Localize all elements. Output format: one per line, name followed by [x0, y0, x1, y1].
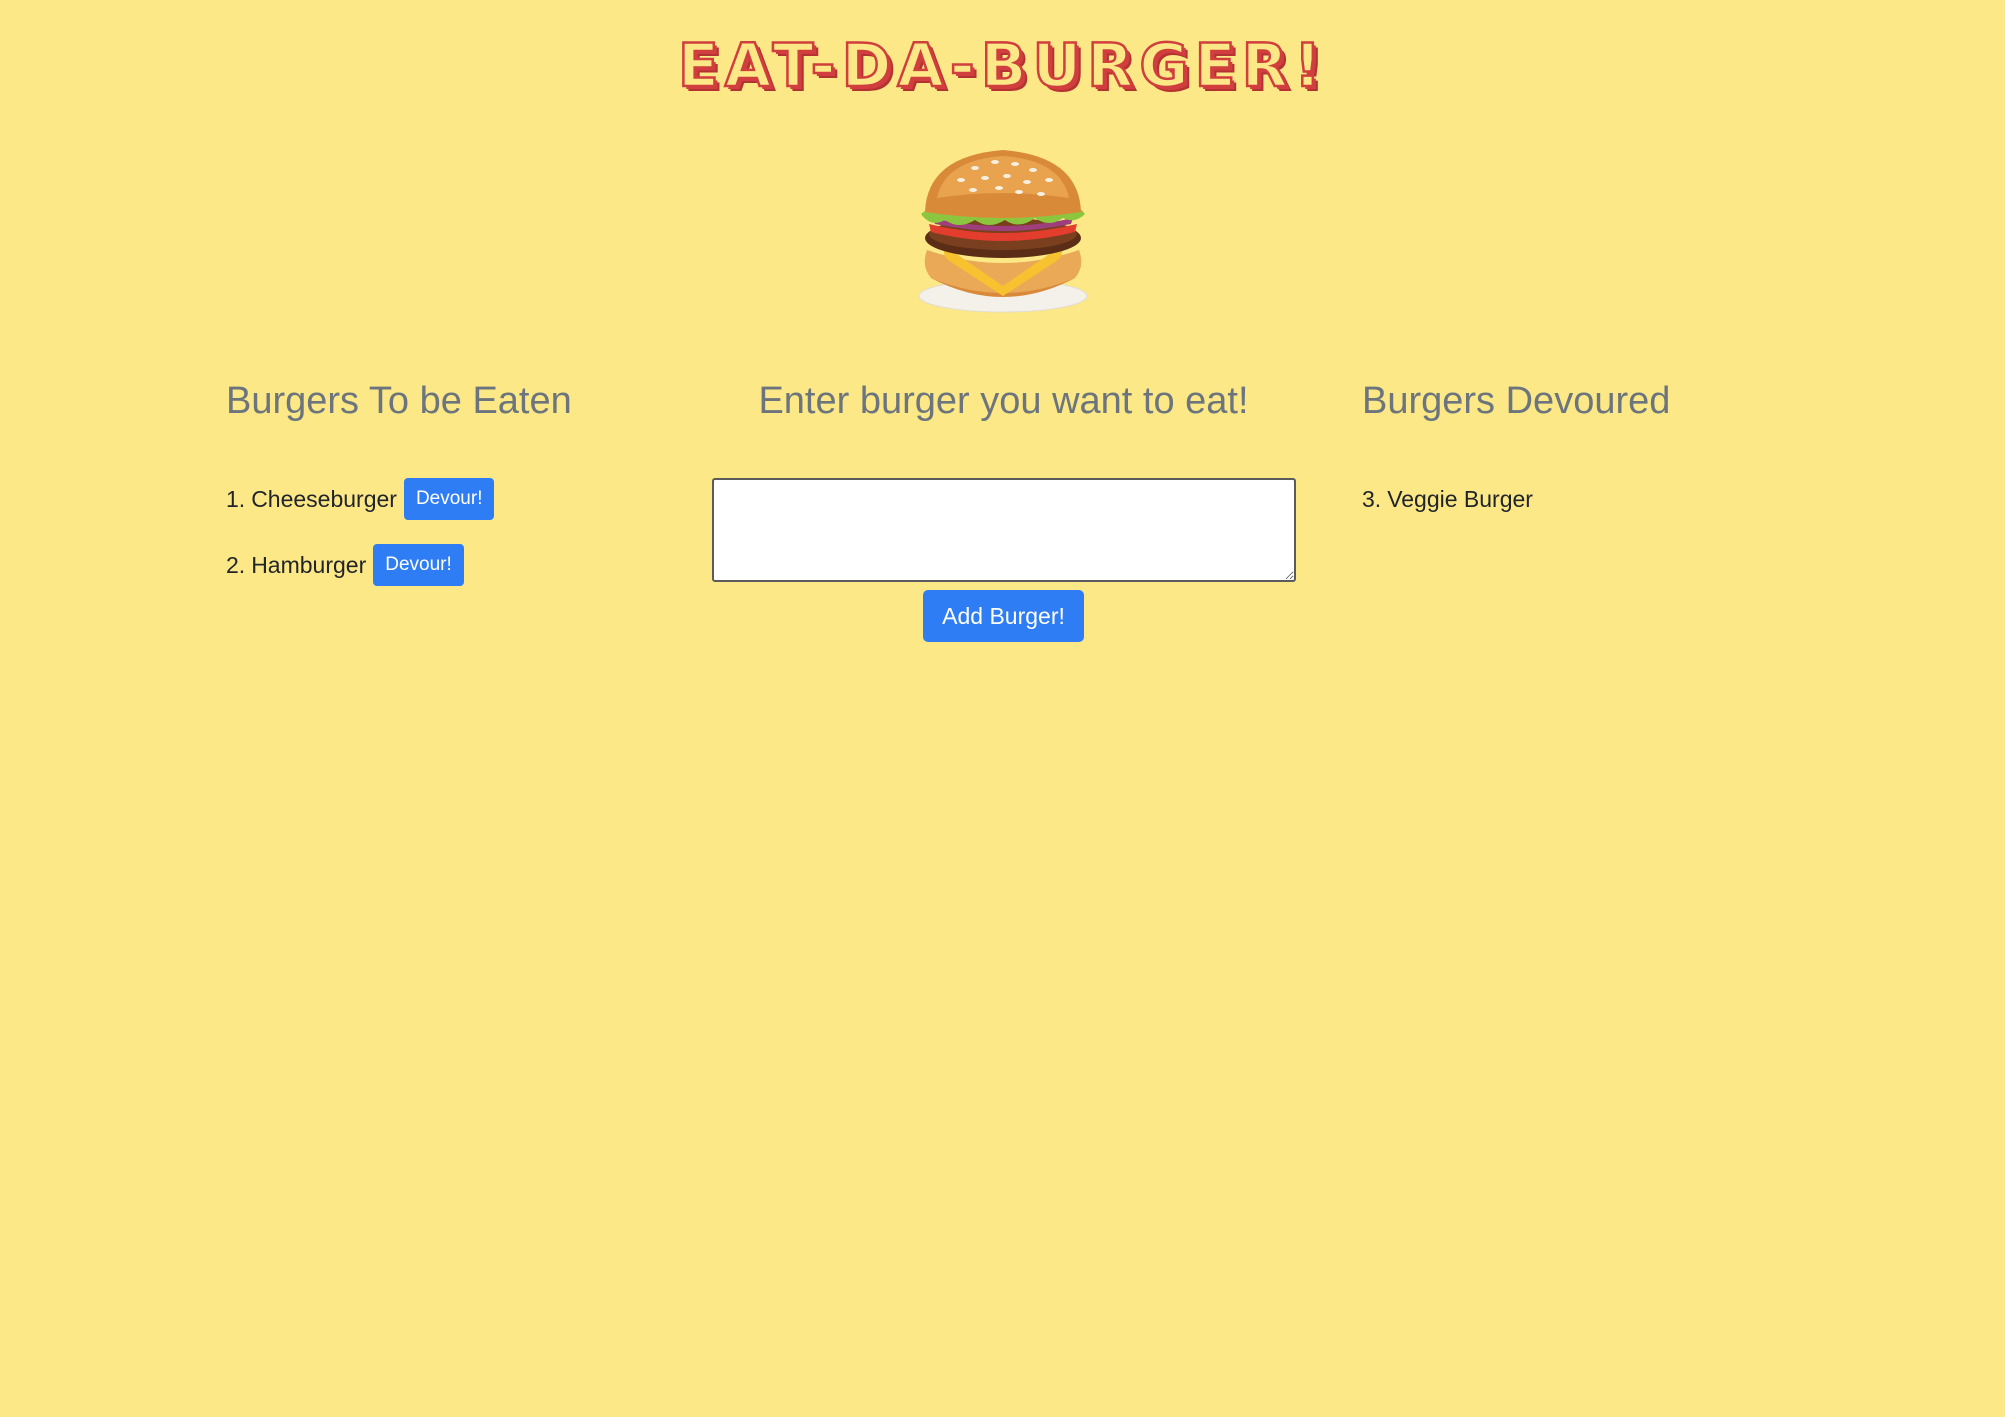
- devoured-column: Burgers Devoured 3. Veggie Burger: [1362, 370, 1822, 541]
- add-burger-column: Enter burger you want to eat! Add Burger…: [700, 370, 1307, 642]
- to-eat-list: 1. Cheeseburger Devour! 2. Hamburger Dev…: [226, 475, 686, 589]
- burger-name: Cheeseburger: [251, 485, 397, 512]
- devour-button[interactable]: Devour!: [373, 544, 464, 586]
- burger-name: Hamburger: [251, 551, 367, 578]
- site-title: EAT-DA-BURGER!: [677, 30, 1328, 103]
- devoured-heading: Burgers Devoured: [1362, 380, 1671, 422]
- item-number: 3.: [1362, 485, 1382, 512]
- add-burger-button[interactable]: Add Burger!: [923, 590, 1084, 642]
- list-item: 2. Hamburger Devour!: [226, 541, 686, 589]
- devoured-list: 3. Veggie Burger: [1362, 475, 1822, 523]
- item-number: 2.: [226, 551, 246, 578]
- devour-button[interactable]: Devour!: [403, 478, 495, 520]
- item-number: 1.: [226, 485, 246, 512]
- burger-name-input[interactable]: [711, 478, 1296, 582]
- to-eat-column: Burgers To be Eaten 1. Cheeseburger Devo…: [226, 370, 686, 660]
- burger-name: Veggie Burger: [1387, 485, 1533, 512]
- burger-image: [918, 150, 1088, 313]
- list-item: 3. Veggie Burger: [1362, 475, 1822, 523]
- to-eat-heading: Burgers To be Eaten: [226, 380, 572, 422]
- list-item: 1. Cheeseburger Devour!: [226, 475, 686, 523]
- add-burger-heading: Enter burger you want to eat!: [758, 380, 1249, 422]
